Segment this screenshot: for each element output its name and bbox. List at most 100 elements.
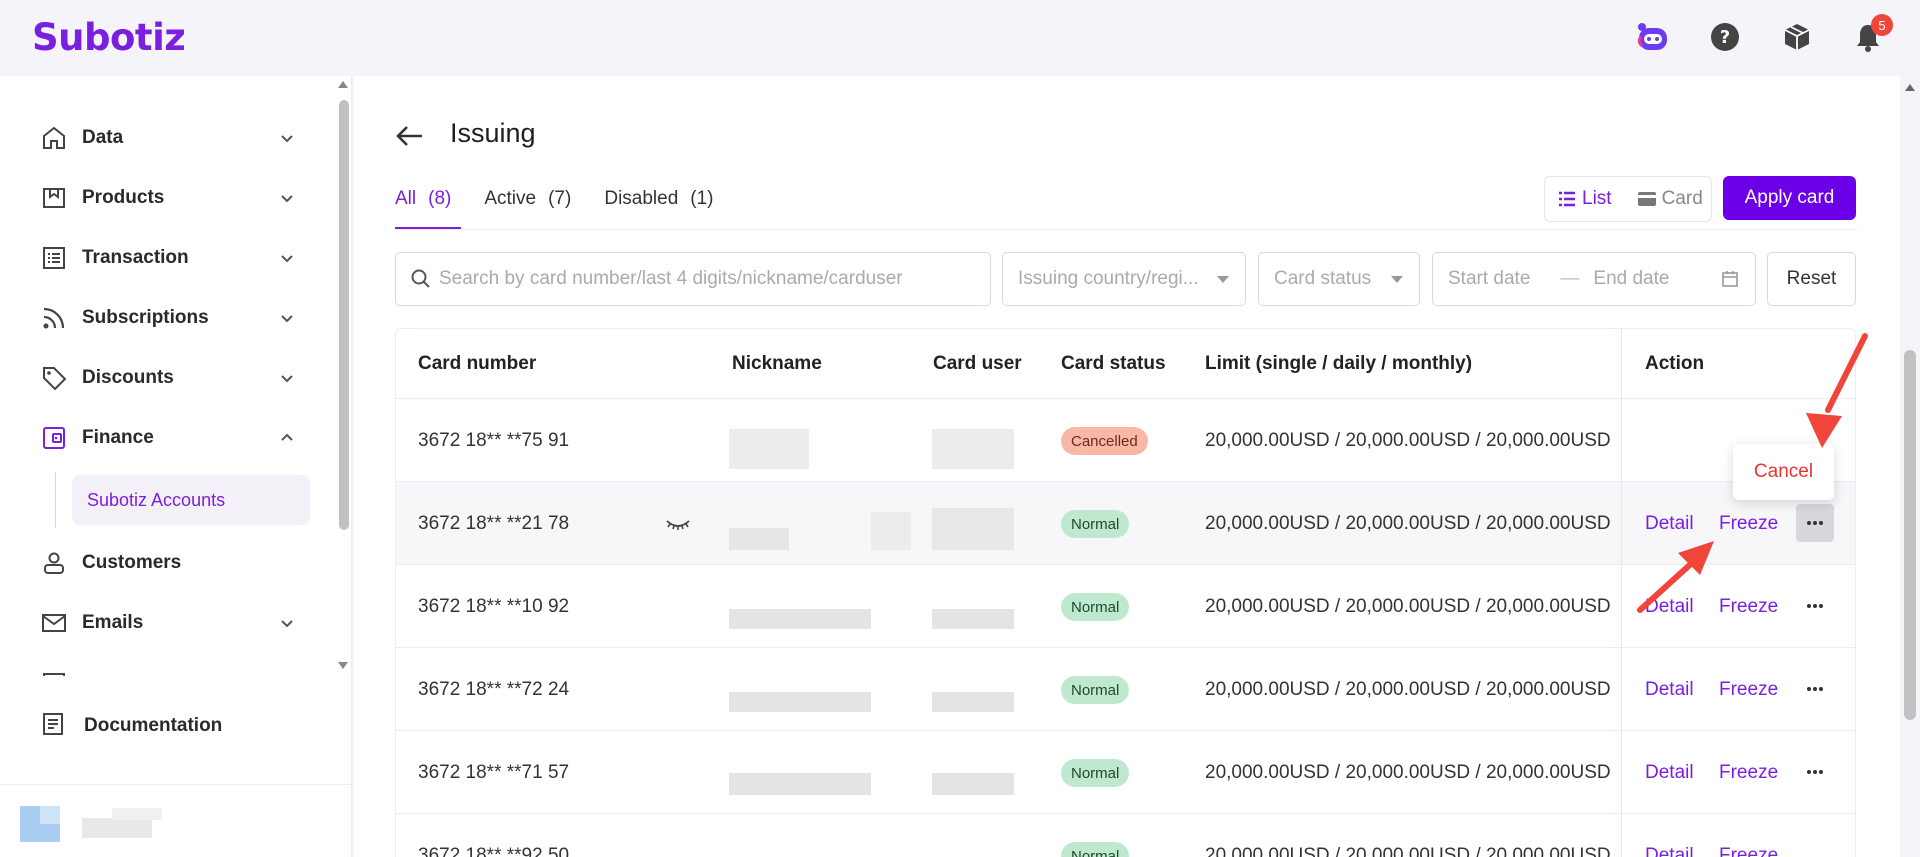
table-row[interactable]: 3672 18** **71 57 Normal 20,000.00USD / … bbox=[396, 731, 1855, 814]
freeze-link[interactable]: Freeze bbox=[1719, 845, 1778, 857]
chevron-up-icon bbox=[281, 433, 293, 441]
view-toggle: List Card bbox=[1544, 176, 1712, 222]
start-date-placeholder[interactable]: Start date bbox=[1448, 268, 1530, 290]
table-row[interactable]: 3672 18** **10 92 Normal 20,000.00USD / … bbox=[396, 565, 1855, 648]
search-input[interactable]: Search by card number/last 4 digits/nick… bbox=[395, 252, 991, 306]
freeze-link[interactable]: Freeze bbox=[1719, 513, 1778, 535]
page-title: Issuing bbox=[450, 118, 536, 148]
nickname-redacted bbox=[729, 528, 789, 550]
status-placeholder: Card status bbox=[1274, 268, 1372, 289]
table-row[interactable]: 3672 18** **21 78 Normal 20,000.00USD / … bbox=[396, 482, 1855, 565]
list-view-label: List bbox=[1582, 188, 1612, 209]
main-scrollbar[interactable] bbox=[1900, 76, 1920, 857]
detail-link[interactable]: Detail bbox=[1645, 596, 1694, 618]
status-badge: Normal bbox=[1061, 593, 1130, 621]
ellipsis-icon bbox=[1807, 687, 1823, 691]
more-actions-button[interactable] bbox=[1796, 504, 1834, 542]
app-logo[interactable]: Subotiz bbox=[32, 16, 186, 59]
sidebar-item-label: Emails bbox=[82, 612, 144, 633]
detail-link[interactable]: Detail bbox=[1645, 762, 1694, 784]
documentation-label: Documentation bbox=[84, 715, 223, 736]
assistant-bot-icon[interactable] bbox=[1636, 20, 1670, 54]
nickname-redacted bbox=[729, 429, 809, 469]
freeze-link[interactable]: Freeze bbox=[1719, 679, 1778, 701]
mail-icon bbox=[40, 609, 68, 637]
list-view-button[interactable]: List bbox=[1545, 177, 1625, 221]
account-avatar[interactable] bbox=[12, 796, 192, 856]
tab-all[interactable]: All (8) bbox=[395, 186, 462, 230]
limit-cell: 20,000.00USD / 20,000.00USD / 20,000.00U… bbox=[1205, 762, 1611, 783]
cancel-card-option[interactable]: Cancel bbox=[1733, 444, 1834, 500]
scroll-up-icon[interactable] bbox=[1900, 80, 1920, 94]
eye-off-icon[interactable] bbox=[665, 515, 691, 533]
card-view-button[interactable]: Card bbox=[1625, 177, 1716, 221]
sidebar-item-documentation[interactable]: Documentation bbox=[40, 706, 222, 746]
sidebar-item-label: Data bbox=[82, 127, 124, 148]
table-row[interactable]: 3672 18** **75 91 Cancelled 20,000.00USD… bbox=[396, 399, 1855, 482]
help-icon[interactable]: ? bbox=[1708, 20, 1742, 54]
freeze-link[interactable]: Freeze bbox=[1719, 762, 1778, 784]
card-status-select[interactable]: Card status bbox=[1258, 252, 1420, 306]
card-user-redacted bbox=[932, 692, 1014, 712]
detail-link[interactable]: Detail bbox=[1645, 679, 1694, 701]
sidebar-item-label: Transaction bbox=[82, 247, 189, 268]
chevron-down-icon bbox=[281, 620, 293, 628]
sidebar-item-transaction[interactable]: Transaction bbox=[40, 238, 300, 278]
main-scroll-thumb[interactable] bbox=[1904, 350, 1916, 720]
card-user-redacted bbox=[932, 773, 1014, 795]
tab-count: (1) bbox=[690, 188, 714, 209]
tab-active[interactable]: Active (7) bbox=[484, 186, 571, 230]
freeze-link[interactable]: Freeze bbox=[1719, 596, 1778, 618]
sidebar-item-emails[interactable]: Emails bbox=[40, 603, 300, 643]
notification-badge: 5 bbox=[1871, 14, 1893, 36]
detail-link[interactable]: Detail bbox=[1645, 845, 1694, 857]
chevron-down-icon bbox=[281, 135, 293, 143]
sidebar-item-subotiz-accounts[interactable]: Subotiz Accounts bbox=[72, 475, 310, 525]
sidebar: Data Products Transaction Subscriptions bbox=[0, 76, 352, 857]
card-number-cell: 3672 18** **10 92 bbox=[418, 596, 570, 617]
more-actions-button[interactable] bbox=[1796, 753, 1834, 791]
reset-button[interactable]: Reset bbox=[1767, 252, 1856, 306]
detail-link[interactable]: Detail bbox=[1645, 513, 1694, 535]
search-placeholder: Search by card number/last 4 digits/nick… bbox=[439, 268, 903, 289]
sidebar-item-products[interactable]: Products bbox=[40, 178, 300, 218]
apply-card-button[interactable]: Apply card bbox=[1723, 176, 1856, 220]
sidebar-item-customers[interactable]: Customers bbox=[40, 543, 300, 583]
card-user-redacted bbox=[932, 609, 1014, 629]
sidebar-scrollbar[interactable] bbox=[336, 76, 350, 676]
sidebar-item-finance[interactable]: Finance bbox=[40, 418, 300, 458]
scroll-up-icon[interactable] bbox=[336, 78, 350, 90]
limit-cell: 20,000.00USD / 20,000.00USD / 20,000.00U… bbox=[1205, 679, 1611, 700]
more-actions-button[interactable] bbox=[1796, 587, 1834, 625]
package-icon[interactable] bbox=[1780, 20, 1814, 54]
tab-count: (7) bbox=[548, 188, 572, 209]
sidebar-item-data[interactable]: Data bbox=[40, 118, 300, 158]
nickname-redacted bbox=[729, 692, 871, 712]
table-row[interactable]: 3672 18** **92 50 Normal 20,000.00USD / … bbox=[396, 814, 1855, 857]
limit-cell: 20,000.00USD / 20,000.00USD / 20,000.00U… bbox=[1205, 596, 1611, 617]
date-range-picker[interactable]: Start date — End date bbox=[1432, 252, 1756, 306]
end-date-placeholder[interactable]: End date bbox=[1593, 268, 1669, 290]
tab-disabled[interactable]: Disabled (1) bbox=[604, 186, 713, 230]
sidebar-item-discounts[interactable]: Discounts bbox=[40, 358, 300, 398]
scroll-down-icon[interactable] bbox=[336, 660, 350, 672]
bell-icon[interactable]: 5 bbox=[1851, 14, 1893, 54]
tab-count: (8) bbox=[428, 188, 452, 209]
list-icon bbox=[40, 244, 68, 272]
sidebar-item-subscriptions[interactable]: Subscriptions bbox=[40, 298, 300, 338]
table-row[interactable]: 3672 18** **72 24 Normal 20,000.00USD / … bbox=[396, 648, 1855, 731]
more-actions-button[interactable] bbox=[1796, 670, 1834, 708]
status-tabs: All (8) Active (7) Disabled (1) bbox=[395, 186, 747, 230]
table-header: Card number Nickname Card user Card stat… bbox=[396, 329, 1855, 399]
card-number-cell: 3672 18** **21 78 bbox=[418, 513, 570, 534]
sidebar-scroll-thumb[interactable] bbox=[339, 100, 349, 530]
status-badge: Normal bbox=[1061, 676, 1130, 704]
sidebar-item-label: Discounts bbox=[82, 367, 174, 388]
sidebar-item-partial[interactable] bbox=[40, 663, 300, 676]
back-arrow-icon[interactable] bbox=[394, 120, 426, 152]
documentation-icon bbox=[40, 711, 66, 742]
header-limit: Limit (single / daily / monthly) bbox=[1205, 353, 1473, 374]
issuing-country-select[interactable]: Issuing country/regi... bbox=[1002, 252, 1246, 306]
tag-icon bbox=[40, 364, 68, 392]
card-number-cell: 3672 18** **75 91 bbox=[418, 430, 570, 451]
